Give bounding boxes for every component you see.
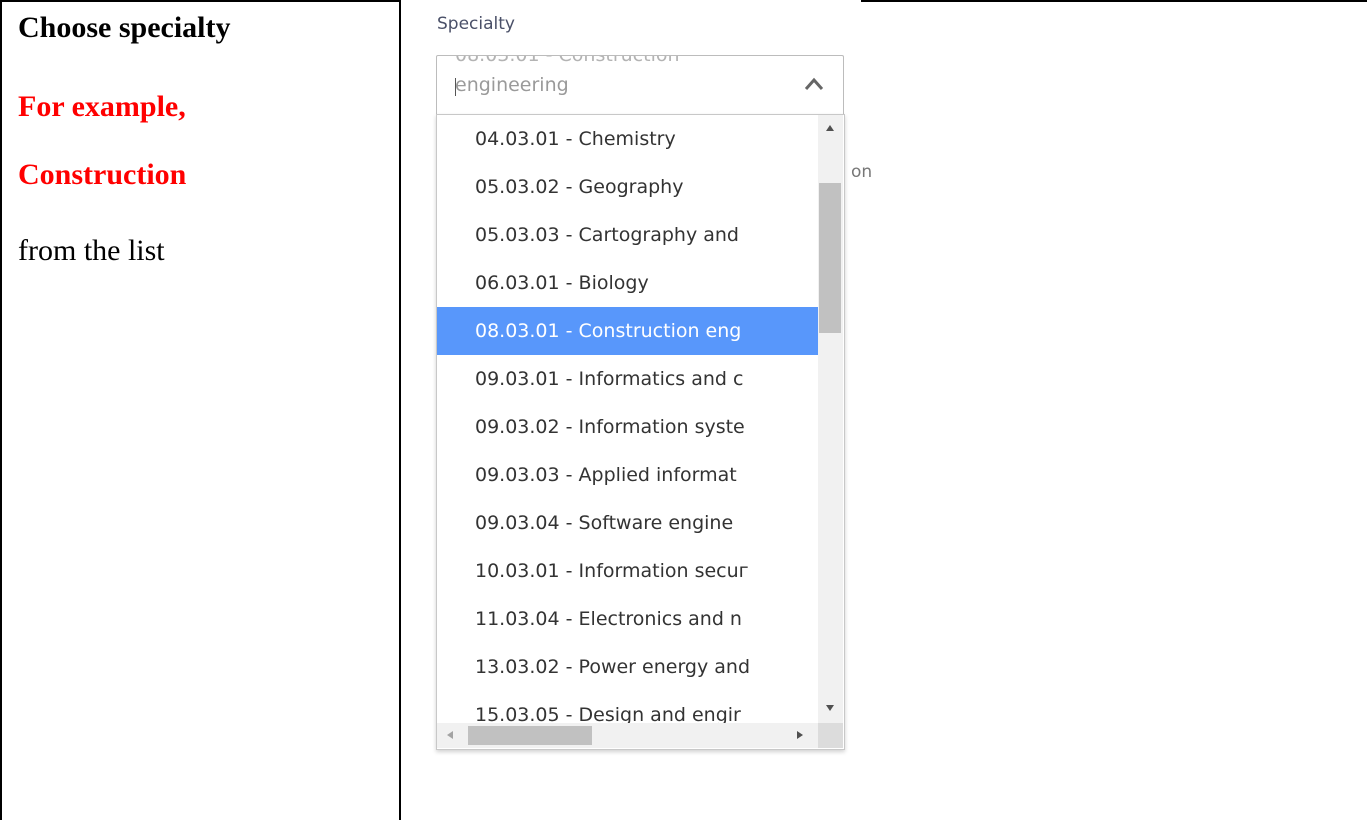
table-column-divider xyxy=(399,0,401,820)
option-item[interactable]: 10.03.01 - Information secuг xyxy=(437,547,818,595)
scroll-right-arrow-icon[interactable] xyxy=(797,731,803,739)
specialty-label: Specialty xyxy=(437,14,515,34)
instruction-example: For example, xyxy=(18,90,186,123)
options-list: 04.03.01 - Chemistry 05.03.02 - Geography… xyxy=(437,115,818,723)
option-item[interactable]: 15.03.05 - Design and engir xyxy=(437,691,818,723)
option-item[interactable]: 09.03.02 - Information systе xyxy=(437,403,818,451)
scrollbar-corner xyxy=(818,723,843,748)
option-item[interactable]: 09.03.01 - Informatics and c xyxy=(437,355,818,403)
option-item[interactable]: 09.03.04 - Software engine xyxy=(437,499,818,547)
option-item-selected[interactable]: 08.03.01 - Construction eng xyxy=(437,307,818,355)
vertical-scroll-thumb[interactable] xyxy=(819,183,841,333)
option-item[interactable]: 13.03.02 - Power energy and xyxy=(437,643,818,691)
table-left-border xyxy=(0,0,2,820)
instruction-example-value: Construction xyxy=(18,158,187,191)
specialty-dropdown-list[interactable]: 04.03.01 - Chemistry 05.03.02 - Geography… xyxy=(436,114,845,750)
selected-value-line2: engineering xyxy=(455,74,569,96)
chevron-up-icon[interactable] xyxy=(803,74,825,94)
option-item[interactable]: 11.03.04 - Electronics and n xyxy=(437,595,818,643)
option-item[interactable]: 09.03.03 - Applied informat xyxy=(437,451,818,499)
specialty-select[interactable]: 08.03.01 - Construction engineering xyxy=(436,55,844,118)
horizontal-scrollbar[interactable] xyxy=(437,723,818,748)
instruction-tail: from the list xyxy=(18,234,165,267)
screenshot-top-mask xyxy=(401,0,861,2)
instruction-heading: Choose specialty xyxy=(18,11,231,44)
scroll-down-arrow-icon[interactable] xyxy=(826,705,834,711)
selected-value-line1: 08.03.01 - Construction xyxy=(455,55,680,66)
text-caret xyxy=(455,78,456,96)
horizontal-scroll-thumb[interactable] xyxy=(468,726,592,745)
background-text-fragment: on xyxy=(851,162,873,182)
option-item[interactable]: 04.03.01 - Chemistry xyxy=(437,115,818,163)
scroll-left-arrow-icon[interactable] xyxy=(447,731,453,739)
vertical-scrollbar[interactable] xyxy=(818,115,843,723)
scroll-up-arrow-icon[interactable] xyxy=(826,125,834,131)
option-item[interactable]: 05.03.03 - Cartography and xyxy=(437,211,818,259)
option-item[interactable]: 05.03.02 - Geography xyxy=(437,163,818,211)
option-item[interactable]: 06.03.01 - Biology xyxy=(437,259,818,307)
